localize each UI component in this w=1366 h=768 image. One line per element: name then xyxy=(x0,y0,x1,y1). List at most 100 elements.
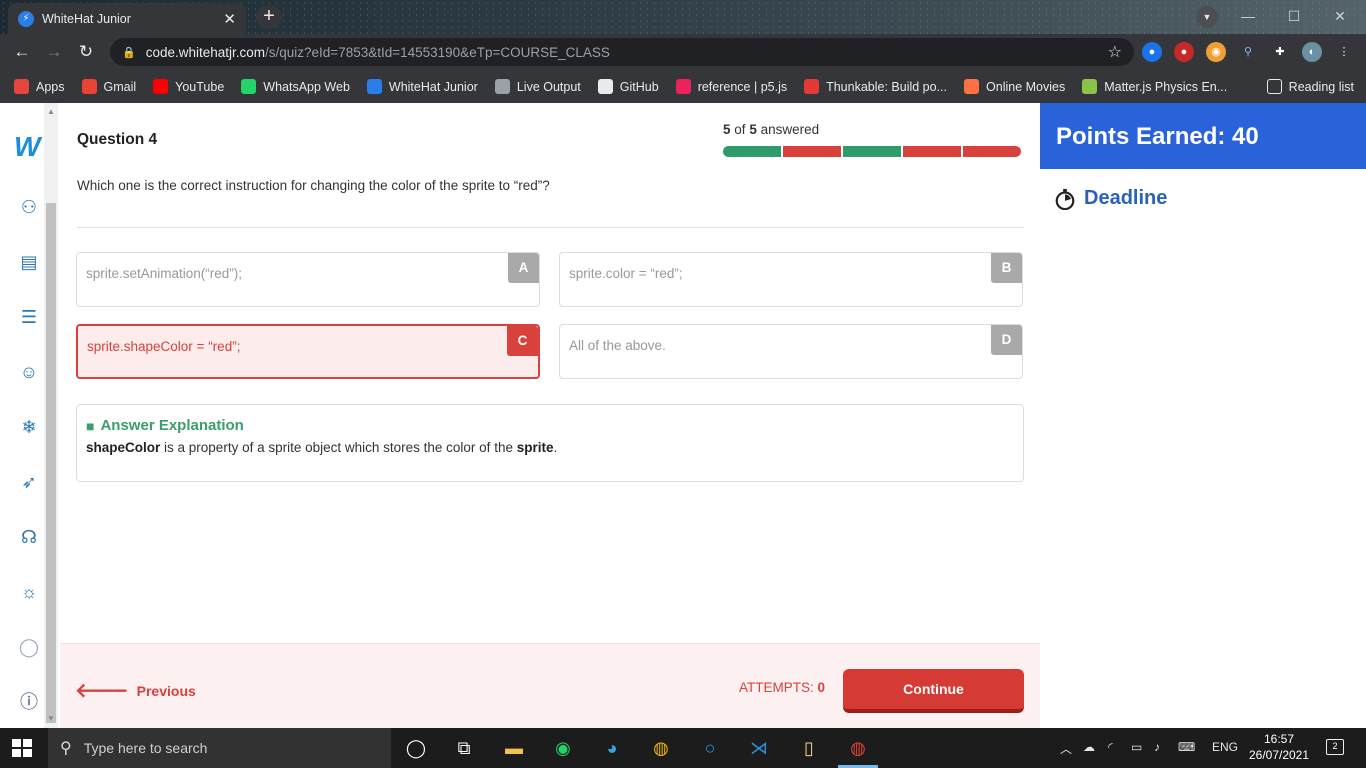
cortana-icon[interactable]: ◯ xyxy=(402,734,430,762)
taskbar-clock[interactable]: 16:57 26/07/2021 xyxy=(1244,731,1314,763)
bookmark-item[interactable]: reference | p5.js xyxy=(675,79,787,94)
bookmarks-bar: Apps Gmail YouTube WhatsApp Web WhiteHat Jun… xyxy=(0,70,1366,103)
battery-icon[interactable]: ▭ xyxy=(1131,740,1142,754)
explanation-text: shapeColor is a property of a sprite obj… xyxy=(86,440,558,455)
option-d[interactable]: All of the above. D xyxy=(559,324,1023,379)
progress-segment-wrong xyxy=(903,146,961,157)
whitehat-icon xyxy=(366,79,382,94)
sidebar-scrollbar[interactable]: ▲ ▼ xyxy=(44,103,58,728)
extension-record-icon[interactable]: ● xyxy=(1174,42,1194,62)
new-tab-button[interactable]: + xyxy=(256,5,282,29)
volume-icon[interactable]: ♪ xyxy=(1154,740,1160,754)
option-letter-badge: D xyxy=(991,325,1022,355)
continue-button[interactable]: Continue xyxy=(843,669,1024,713)
movies-icon xyxy=(964,79,980,94)
bookmark-item[interactable]: Gmail xyxy=(81,79,136,94)
scroll-up-icon[interactable]: ▲ xyxy=(47,107,55,116)
sidebar-profile-icon[interactable]: ◯ xyxy=(18,636,40,658)
progress-segment-correct xyxy=(843,146,901,157)
sidebar-rocket-icon[interactable]: ➶ xyxy=(18,471,40,493)
circle-app-icon[interactable]: ○ xyxy=(696,734,724,762)
extensions-puzzle-icon[interactable]: ✚ xyxy=(1270,42,1290,62)
bookmark-item[interactable]: Online Movies xyxy=(964,79,1065,94)
windows-start-icon[interactable] xyxy=(12,739,32,757)
bookmark-item[interactable]: Live Output xyxy=(494,79,581,94)
whitehat-logo[interactable]: W xyxy=(14,131,40,163)
lock-icon: 🔒 xyxy=(122,46,136,59)
bookmark-item[interactable]: Thunkable: Build po... xyxy=(804,79,947,94)
tab-search-icon[interactable]: ▼ xyxy=(1196,6,1218,28)
extension-key-icon[interactable]: ⚲ xyxy=(1238,42,1258,62)
bookmark-item[interactable]: WhiteHat Junior xyxy=(366,79,478,94)
sidebar-notes-icon[interactable]: ▤ xyxy=(18,251,40,273)
keyboard-icon[interactable]: ⌨ xyxy=(1178,740,1195,754)
extension-face-icon[interactable]: ◉ xyxy=(1206,42,1226,62)
bookmark-item[interactable]: Apps xyxy=(14,79,65,94)
p5-asterisk-icon xyxy=(675,79,691,94)
chrome-active-icon[interactable]: ◍ xyxy=(844,734,872,762)
edge-icon[interactable]: ◕ xyxy=(598,734,626,762)
reading-list-icon xyxy=(1266,79,1282,94)
file-explorer-icon[interactable]: ▬ xyxy=(500,734,528,762)
attempts-counter: ATTEMPTS: 0 xyxy=(739,680,826,695)
option-letter-badge: A xyxy=(508,253,539,283)
tab-close-icon[interactable]: ✕ xyxy=(223,10,236,28)
option-a[interactable]: sprite.setAnimation(“red”); A xyxy=(76,252,540,307)
option-b[interactable]: sprite.color = “red”; B xyxy=(559,252,1023,307)
whatsapp-taskbar-icon[interactable]: ◉ xyxy=(549,734,577,762)
bookmark-item[interactable]: GitHub xyxy=(597,79,659,94)
sidebar-snowflake-icon[interactable]: ❄ xyxy=(18,416,40,438)
onedrive-cloud-icon[interactable]: ☁ xyxy=(1083,740,1095,754)
scroll-down-icon[interactable]: ▼ xyxy=(47,714,55,723)
progress-segment-wrong xyxy=(783,146,841,157)
notification-center-icon[interactable]: 2 xyxy=(1326,739,1344,755)
wifi-icon[interactable]: ◜ xyxy=(1108,740,1113,754)
apps-grid-icon xyxy=(14,79,29,94)
taskbar-search-box[interactable]: ⚲ Type here to search xyxy=(48,728,391,768)
address-bar[interactable]: 🔒 code.whitehatjr.com/s/quiz?eId=7853&tI… xyxy=(110,38,1134,66)
previous-button[interactable]: 🡐 Previous xyxy=(75,678,196,703)
forward-arrow-icon[interactable]: → xyxy=(42,40,66,64)
quiz-progress-bar xyxy=(723,146,1021,157)
deadline-section[interactable]: Deadline xyxy=(1054,187,1167,210)
explanation-heading: ■ Answer Explanation xyxy=(86,417,244,434)
bookmark-star-icon[interactable]: ☆ xyxy=(1108,42,1122,62)
scrollbar-thumb[interactable] xyxy=(46,203,56,723)
option-text: All of the above. xyxy=(569,338,666,353)
extension-blue-dot-icon[interactable]: ● xyxy=(1142,42,1162,62)
url-text: code.whitehatjr.com/s/quiz?eId=7853&tId=… xyxy=(145,44,610,60)
sidebar-projects-icon[interactable]: ☰ xyxy=(18,306,40,328)
profile-avatar[interactable]: ◐ xyxy=(1302,42,1322,62)
option-text: sprite.color = “red”; xyxy=(569,266,683,281)
option-text: sprite.setAnimation(“red”); xyxy=(86,266,243,281)
sidebar-emoji-icon[interactable]: ☺ xyxy=(18,361,40,383)
back-arrow-icon[interactable]: ← xyxy=(10,40,34,64)
divider xyxy=(77,227,1024,228)
bookmark-item[interactable]: YouTube xyxy=(153,79,224,94)
sidebar-support-icon[interactable]: ☊ xyxy=(18,526,40,548)
maximize-icon[interactable]: ☐ xyxy=(1272,0,1316,32)
language-indicator[interactable]: ENG xyxy=(1212,740,1238,754)
answered-summary: 5 of 5 answered xyxy=(723,122,820,137)
chrome-taskbar-icon[interactable]: ◍ xyxy=(647,734,675,762)
bookmark-item[interactable]: WhatsApp Web xyxy=(241,79,350,94)
vscode-icon[interactable]: ⋊ xyxy=(745,734,773,762)
arrow-left-icon: 🡐 xyxy=(75,680,129,702)
globe-icon xyxy=(494,79,510,94)
windows-taskbar: ⚲ Type here to search ◯ ⧉ ▬ ◉ ◕ ◍ ○ ⋊ ▯ … xyxy=(0,728,1366,768)
task-view-icon[interactable]: ⧉ xyxy=(450,734,478,762)
sidebar-lightbulb-icon[interactable]: ☼ xyxy=(18,581,40,603)
chrome-menu-icon[interactable]: ⋮ xyxy=(1334,42,1354,62)
sidebar-classes-icon[interactable]: ⚇ xyxy=(18,196,40,218)
sidebar-info-icon[interactable]: ⓘ xyxy=(18,691,40,713)
answer-explanation-box: ■ Answer Explanation shapeColor is a pro… xyxy=(76,404,1024,482)
reading-list-button[interactable]: Reading list xyxy=(1266,79,1354,94)
minimize-icon[interactable]: — xyxy=(1226,0,1270,32)
browser-tab[interactable]: ⚡ WhiteHat Junior ✕ xyxy=(8,3,246,34)
reload-icon[interactable]: ↻ xyxy=(74,40,98,64)
option-c[interactable]: sprite.shapeColor = “red”; C xyxy=(76,324,540,379)
tray-chevron-icon[interactable]: ︿ xyxy=(1060,740,1072,757)
bookmark-item[interactable]: Matter.js Physics En... xyxy=(1082,79,1227,94)
window-close-icon[interactable]: ✕ xyxy=(1318,0,1362,32)
document-app-icon[interactable]: ▯ xyxy=(795,734,823,762)
